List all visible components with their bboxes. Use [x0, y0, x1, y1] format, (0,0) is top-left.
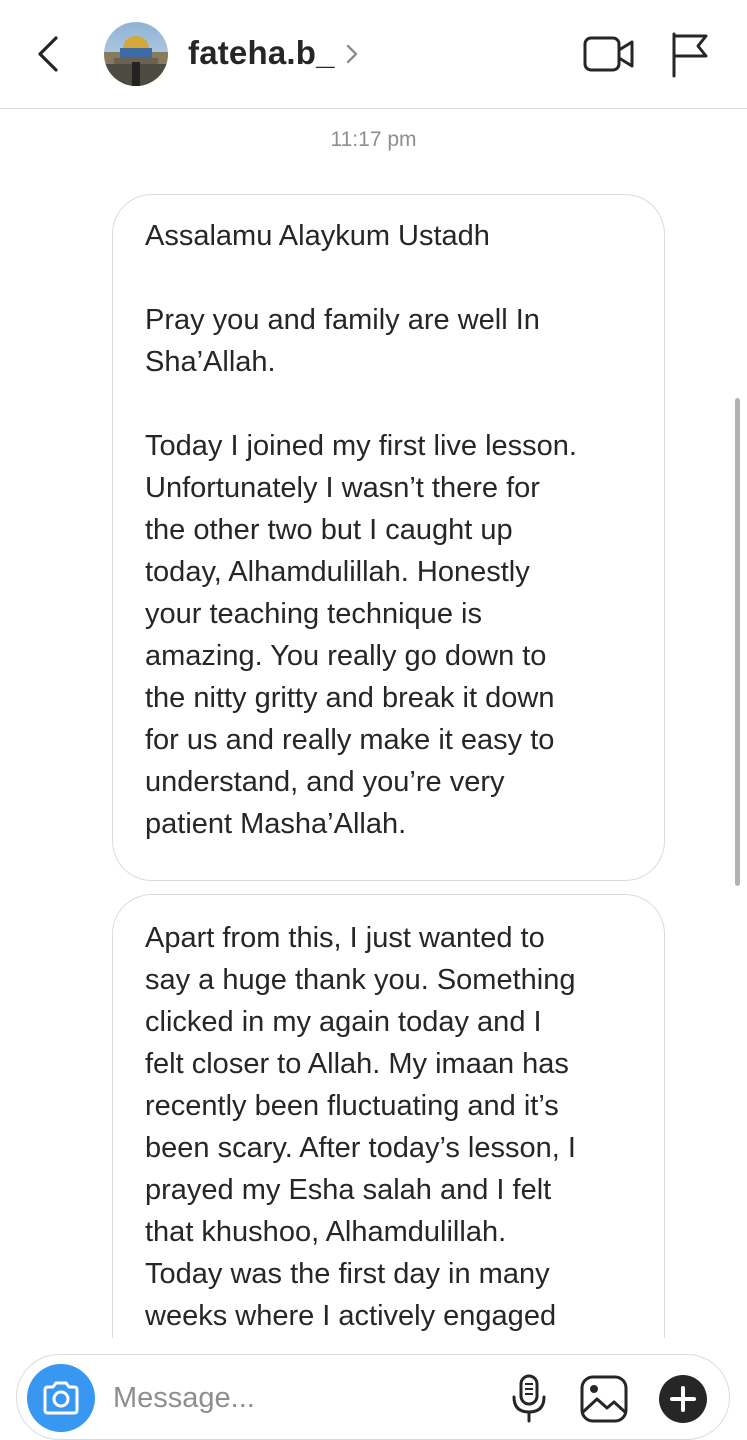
- message-paragraph: Assalamu Alaykum Ustadh: [145, 220, 490, 252]
- message-bubble[interactable]: Assalamu Alaykum Ustadh Pray you and fam…: [112, 194, 665, 881]
- message-bubble[interactable]: Apart from this, I just wanted to say a …: [112, 894, 665, 1338]
- report-button[interactable]: [666, 30, 714, 80]
- avatar[interactable]: [104, 22, 168, 86]
- message-input[interactable]: [113, 1377, 493, 1419]
- microphone-icon: [512, 1374, 546, 1423]
- camera-icon: [43, 1381, 79, 1415]
- plus-icon: [670, 1386, 696, 1412]
- scrollbar[interactable]: [735, 398, 740, 886]
- message-composer: [16, 1354, 730, 1440]
- voice-message-button[interactable]: [509, 1373, 549, 1425]
- gallery-button[interactable]: [579, 1374, 629, 1424]
- message-paragraph: Today I joined my first live lesson. Unf…: [145, 430, 577, 840]
- video-camera-icon: [583, 36, 634, 72]
- image-icon: [580, 1375, 628, 1423]
- more-options-button[interactable]: [659, 1375, 707, 1423]
- camera-button[interactable]: [27, 1364, 95, 1432]
- chevron-left-icon: [38, 36, 58, 72]
- message-thread[interactable]: 11:17 pm Assalamu Alaykum Ustadh Pray yo…: [0, 110, 747, 1338]
- avatar-image: [104, 22, 168, 86]
- message-timestamp: 11:17 pm: [330, 128, 417, 151]
- username[interactable]: fateha.b_: [188, 34, 335, 72]
- chevron-right-icon[interactable]: [343, 40, 361, 68]
- message-paragraph: Pray you and family are well In Sha’Alla…: [145, 304, 540, 378]
- video-call-button[interactable]: [582, 32, 636, 76]
- flag-icon: [672, 32, 708, 78]
- chat-header: fateha.b_: [0, 0, 747, 109]
- message-paragraph: Apart from this, I just wanted to say a …: [145, 922, 576, 1332]
- back-button[interactable]: [28, 30, 68, 78]
